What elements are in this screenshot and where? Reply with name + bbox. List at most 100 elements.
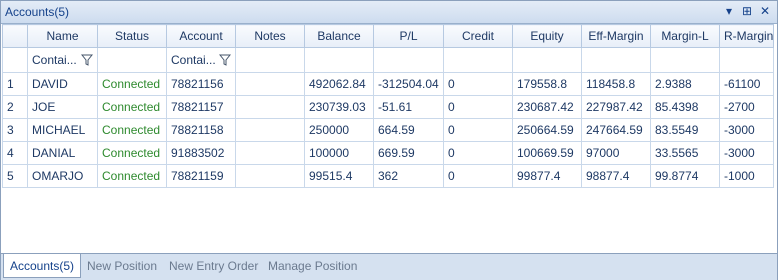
tab-new-position[interactable]: New Position bbox=[81, 254, 163, 278]
header-row: Name Status Account Notes Balance P/L Cr… bbox=[2, 24, 774, 48]
filter-cell-pl[interactable] bbox=[373, 47, 444, 73]
filter-cell-r-margin[interactable] bbox=[719, 47, 774, 73]
cell-margin-l[interactable]: 2.9388 bbox=[650, 72, 720, 96]
filter-name-value[interactable]: Contai... bbox=[32, 53, 77, 67]
col-header-account[interactable]: Account bbox=[166, 24, 236, 48]
cell-equity[interactable]: 230687.42 bbox=[512, 95, 582, 119]
cell-eff-margin[interactable]: 247664.59 bbox=[581, 118, 651, 142]
panel-title: Accounts(5) bbox=[5, 5, 70, 19]
cell-notes[interactable] bbox=[235, 72, 305, 96]
table-row[interactable]: 2 JOE Connected 78821157 230739.03 -51.6… bbox=[2, 95, 774, 119]
row-index: 2 bbox=[2, 95, 28, 119]
cell-eff-margin[interactable]: 118458.8 bbox=[581, 72, 651, 96]
cell-r-margin[interactable]: -2700 bbox=[719, 95, 774, 119]
col-header-equity[interactable]: Equity bbox=[512, 24, 582, 48]
cell-equity[interactable]: 100669.59 bbox=[512, 141, 582, 165]
table-row[interactable]: 5 OMARJO Connected 78821159 99515.4 362 … bbox=[2, 164, 774, 188]
filter-cell-margin-l[interactable] bbox=[650, 47, 720, 73]
filter-icon[interactable] bbox=[219, 54, 231, 66]
cell-credit[interactable]: 0 bbox=[443, 95, 513, 119]
col-header-name[interactable]: Name bbox=[27, 24, 98, 48]
filter-account-value[interactable]: Contai... bbox=[171, 53, 216, 67]
col-header-credit[interactable]: Credit bbox=[443, 24, 513, 48]
cell-notes[interactable] bbox=[235, 164, 305, 188]
pin-icon[interactable]: ⊞ bbox=[739, 3, 755, 19]
filter-cell-status[interactable] bbox=[97, 47, 167, 73]
bottom-tab-strip: Accounts(5) New Position New Entry Order… bbox=[1, 253, 777, 280]
cell-pl[interactable]: 362 bbox=[373, 164, 444, 188]
cell-notes[interactable] bbox=[235, 141, 305, 165]
cell-r-margin[interactable]: -61100 bbox=[719, 72, 774, 96]
cell-account[interactable]: 91883502 bbox=[166, 141, 236, 165]
cell-pl[interactable]: -312504.04 bbox=[373, 72, 444, 96]
cell-name[interactable]: DAVID bbox=[27, 72, 98, 96]
cell-balance[interactable]: 99515.4 bbox=[304, 164, 374, 188]
filter-cell-notes[interactable] bbox=[235, 47, 305, 73]
cell-balance[interactable]: 230739.03 bbox=[304, 95, 374, 119]
col-header-margin-l[interactable]: Margin-L bbox=[650, 24, 720, 48]
cell-notes[interactable] bbox=[235, 95, 305, 119]
cell-pl[interactable]: 669.59 bbox=[373, 141, 444, 165]
cell-r-margin[interactable]: -1000 bbox=[719, 164, 774, 188]
cell-status[interactable]: Connected bbox=[97, 141, 167, 165]
cell-pl[interactable]: 664.59 bbox=[373, 118, 444, 142]
tab-accounts[interactable]: Accounts(5) bbox=[3, 254, 82, 278]
col-header-eff-margin[interactable]: Eff-Margin bbox=[581, 24, 651, 48]
cell-credit[interactable]: 0 bbox=[443, 141, 513, 165]
col-header-index bbox=[2, 24, 28, 48]
cell-status[interactable]: Connected bbox=[97, 118, 167, 142]
dropdown-icon[interactable]: ▾ bbox=[721, 3, 737, 19]
table-row[interactable]: 4 DANIAL Connected 91883502 100000 669.5… bbox=[2, 141, 774, 165]
col-header-r-margin[interactable]: R-Margin bbox=[719, 24, 774, 48]
col-header-status[interactable]: Status bbox=[97, 24, 167, 48]
cell-equity[interactable]: 250664.59 bbox=[512, 118, 582, 142]
cell-credit[interactable]: 0 bbox=[443, 118, 513, 142]
table-row[interactable]: 1 DAVID Connected 78821156 492062.84 -31… bbox=[2, 72, 774, 96]
cell-equity[interactable]: 179558.8 bbox=[512, 72, 582, 96]
cell-name[interactable]: DANIAL bbox=[27, 141, 98, 165]
cell-balance[interactable]: 492062.84 bbox=[304, 72, 374, 96]
cell-r-margin[interactable]: -3000 bbox=[719, 118, 774, 142]
cell-balance[interactable]: 100000 bbox=[304, 141, 374, 165]
filter-icon[interactable] bbox=[81, 54, 93, 66]
cell-eff-margin[interactable]: 227987.42 bbox=[581, 95, 651, 119]
close-icon[interactable]: ✕ bbox=[757, 3, 773, 19]
cell-name[interactable]: JOE bbox=[27, 95, 98, 119]
cell-r-margin[interactable]: -3000 bbox=[719, 141, 774, 165]
filter-cell-name[interactable]: Contai... bbox=[27, 47, 98, 73]
cell-account[interactable]: 78821156 bbox=[166, 72, 236, 96]
cell-account[interactable]: 78821157 bbox=[166, 95, 236, 119]
cell-account[interactable]: 78821158 bbox=[166, 118, 236, 142]
cell-notes[interactable] bbox=[235, 118, 305, 142]
row-index: 1 bbox=[2, 72, 28, 96]
cell-margin-l[interactable]: 33.5565 bbox=[650, 141, 720, 165]
filter-cell-equity[interactable] bbox=[512, 47, 582, 73]
tab-manage-position[interactable]: Manage Position bbox=[262, 254, 363, 278]
filter-cell-credit[interactable] bbox=[443, 47, 513, 73]
filter-cell-account[interactable]: Contai... bbox=[166, 47, 236, 73]
cell-status[interactable]: Connected bbox=[97, 72, 167, 96]
col-header-pl[interactable]: P/L bbox=[373, 24, 444, 48]
cell-name[interactable]: MICHAEL bbox=[27, 118, 98, 142]
cell-eff-margin[interactable]: 97000 bbox=[581, 141, 651, 165]
cell-equity[interactable]: 99877.4 bbox=[512, 164, 582, 188]
tab-new-entry-order[interactable]: New Entry Order bbox=[163, 254, 264, 278]
accounts-panel: Accounts(5) ▾ ⊞ ✕ Name Status Account No… bbox=[0, 0, 778, 280]
cell-margin-l[interactable]: 83.5549 bbox=[650, 118, 720, 142]
filter-cell-balance[interactable] bbox=[304, 47, 374, 73]
cell-account[interactable]: 78821159 bbox=[166, 164, 236, 188]
col-header-notes[interactable]: Notes bbox=[235, 24, 305, 48]
table-row[interactable]: 3 MICHAEL Connected 78821158 250000 664.… bbox=[2, 118, 774, 142]
cell-eff-margin[interactable]: 98877.4 bbox=[581, 164, 651, 188]
filter-cell-eff-margin[interactable] bbox=[581, 47, 651, 73]
cell-status[interactable]: Connected bbox=[97, 164, 167, 188]
cell-credit[interactable]: 0 bbox=[443, 164, 513, 188]
cell-pl[interactable]: -51.61 bbox=[373, 95, 444, 119]
cell-status[interactable]: Connected bbox=[97, 95, 167, 119]
cell-balance[interactable]: 250000 bbox=[304, 118, 374, 142]
cell-credit[interactable]: 0 bbox=[443, 72, 513, 96]
cell-name[interactable]: OMARJO bbox=[27, 164, 98, 188]
cell-margin-l[interactable]: 85.4398 bbox=[650, 95, 720, 119]
cell-margin-l[interactable]: 99.8774 bbox=[650, 164, 720, 188]
col-header-balance[interactable]: Balance bbox=[304, 24, 374, 48]
